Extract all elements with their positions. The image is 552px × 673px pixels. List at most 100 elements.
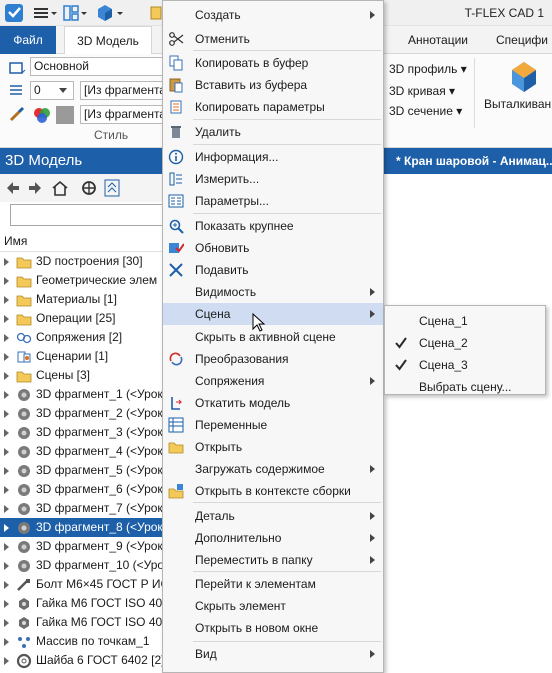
tree-item[interactable]: 3D фрагмент_1 (<Урок	[0, 385, 163, 404]
scene-submenu-item[interactable]: Сцена_1	[385, 310, 545, 332]
expand-arrow-icon[interactable]	[4, 524, 9, 532]
tree-item[interactable]: Гайка М6 ГОСТ ISO 403	[0, 594, 163, 613]
expand-arrow-icon[interactable]	[4, 657, 9, 665]
menu-item[interactable]: Скрыть элемент	[163, 595, 383, 617]
expand-arrow-icon[interactable]	[4, 334, 9, 342]
tree-item[interactable]: Болт М6×45 ГОСТ Р ИС	[0, 575, 163, 594]
home-icon[interactable]	[51, 179, 69, 197]
menu-item[interactable]: Дополнительно	[163, 527, 383, 549]
menu-item[interactable]: Вид	[163, 643, 383, 665]
model-3d-icon[interactable]	[94, 3, 124, 23]
app-logo-icon[interactable]	[4, 3, 24, 23]
menu-icon[interactable]	[32, 3, 58, 23]
tree-item[interactable]: 3D фрагмент_8 (<Урок	[0, 518, 163, 537]
menu-item[interactable]: Видимость	[163, 281, 383, 303]
tree-item[interactable]: 3D фрагмент_5 (<Урок	[0, 461, 163, 480]
tree-item[interactable]: Операции [25]	[0, 309, 163, 328]
menu-item[interactable]: Преобразования	[163, 348, 383, 370]
expand-arrow-icon[interactable]	[4, 543, 9, 551]
doc-icon[interactable]	[150, 3, 162, 23]
tree-item[interactable]: 3D фрагмент_10 (<Урок	[0, 556, 163, 575]
expand-arrow-icon[interactable]	[4, 372, 9, 380]
tree-item[interactable]: Сопряжения [2]	[0, 328, 163, 347]
profile-3d-button[interactable]: 3D профиль ▾	[389, 62, 467, 76]
expand-arrow-icon[interactable]	[4, 448, 9, 456]
menu-item[interactable]: Откатить модель	[163, 392, 383, 414]
expand-arrow-icon[interactable]	[4, 410, 9, 418]
expand-arrow-icon[interactable]	[4, 562, 9, 570]
menu-item[interactable]: Открыть	[163, 436, 383, 458]
expand-arrow-icon[interactable]	[4, 258, 9, 266]
menu-item[interactable]: Сцена	[163, 303, 383, 325]
menu-item[interactable]: Перейти к элементам	[163, 573, 383, 595]
expand-arrow-icon[interactable]	[4, 315, 9, 323]
menu-item[interactable]: Информация...	[163, 146, 383, 168]
tree-item[interactable]: 3D построения [30]	[0, 252, 163, 271]
menu-item[interactable]: Загружать содержимое	[163, 458, 383, 480]
structure-icon[interactable]	[62, 3, 88, 23]
tree-item[interactable]: 3D фрагмент_3 (<Урок	[0, 423, 163, 442]
menu-item[interactable]: Переместить в папку	[163, 549, 383, 571]
tree-item[interactable]: Сцены [3]	[0, 366, 163, 385]
expand-arrow-icon[interactable]	[4, 296, 9, 304]
tab-file[interactable]: Файл	[0, 26, 56, 54]
tree-item[interactable]: 3D фрагмент_6 (<Урок	[0, 480, 163, 499]
tab-specification[interactable]: Специфи	[486, 26, 552, 54]
expand-arrow-icon[interactable]	[4, 429, 9, 437]
expand-arrow-icon[interactable]	[4, 505, 9, 513]
expand-arrow-icon[interactable]	[4, 391, 9, 399]
menu-item[interactable]: Обновить	[163, 237, 383, 259]
search-input[interactable]	[10, 204, 163, 226]
expand-arrow-icon[interactable]	[4, 277, 9, 285]
tree-item[interactable]: Геометрические элем	[0, 271, 163, 290]
tree-item[interactable]: 3D фрагмент_2 (<Урок	[0, 404, 163, 423]
tree-item[interactable]: 3D фрагмент_4 (<Урок	[0, 442, 163, 461]
expand-arrow-icon[interactable]	[4, 619, 9, 627]
color-swatch[interactable]	[56, 106, 74, 124]
menu-item[interactable]: Отменить	[163, 28, 383, 50]
expand-arrow-icon[interactable]	[4, 353, 9, 361]
menu-item[interactable]: Скрыть в активной сцене	[163, 326, 383, 348]
back-arrow-icon[interactable]	[5, 180, 21, 196]
material-combo[interactable]: [Из фрагмента	[80, 105, 165, 124]
scene-submenu-item[interactable]: Выбрать сцену...	[385, 376, 545, 398]
forward-arrow-icon[interactable]	[27, 180, 43, 196]
extrude-label[interactable]: Выталкиван	[484, 97, 551, 111]
menu-item[interactable]: Удалить	[163, 121, 383, 143]
layer-combo[interactable]: Основной	[30, 57, 165, 76]
menu-item[interactable]: Вставить из буфера	[163, 74, 383, 96]
tree-item[interactable]: Массив по точкам_1	[0, 632, 163, 651]
target-icon[interactable]	[80, 179, 98, 197]
menu-item[interactable]: Открыть в контексте сборки	[163, 480, 383, 502]
color-combo[interactable]: [Из фрагмента	[80, 81, 165, 100]
expand-icon[interactable]	[104, 179, 120, 197]
menu-item[interactable]: Создать	[163, 4, 383, 26]
menu-item[interactable]: Копировать параметры	[163, 96, 383, 118]
menu-item[interactable]: Измерить...	[163, 168, 383, 190]
menu-item[interactable]: Показать крупнее	[163, 215, 383, 237]
tree-item[interactable]: Материалы [1]	[0, 290, 163, 309]
tab-3d-model[interactable]: 3D Модель	[64, 26, 152, 55]
scene-submenu-item[interactable]: Сцена_3	[385, 354, 545, 376]
document-tab[interactable]: * Кран шаровой - Анимац...	[384, 148, 552, 174]
menu-item[interactable]: Параметры...	[163, 190, 383, 212]
menu-item[interactable]: Сопряжения	[163, 370, 383, 392]
tree-item[interactable]: 3D фрагмент_7 (<Урок	[0, 499, 163, 518]
menu-item[interactable]: Деталь	[163, 505, 383, 527]
scene-submenu-item[interactable]: Сцена_2	[385, 332, 545, 354]
column-header-name[interactable]: Имя	[0, 230, 163, 252]
section-3d-button[interactable]: 3D сечение ▾	[389, 104, 462, 118]
expand-arrow-icon[interactable]	[4, 638, 9, 646]
tree-item[interactable]: Гайка М6 ГОСТ ISO 403	[0, 613, 163, 632]
viewport[interactable]	[384, 174, 552, 673]
extrude-icon[interactable]	[506, 58, 542, 94]
expand-arrow-icon[interactable]	[4, 486, 9, 494]
tree-item[interactable]: Шайба 6 ГОСТ 6402 [2]	[0, 651, 163, 670]
curve-3d-button[interactable]: 3D кривая ▾	[389, 84, 455, 98]
tree-item[interactable]: Сценарии [1]	[0, 347, 163, 366]
expand-arrow-icon[interactable]	[4, 581, 9, 589]
menu-item[interactable]: Подавить	[163, 259, 383, 281]
expand-arrow-icon[interactable]	[4, 467, 9, 475]
menu-item[interactable]: Копировать в буфер	[163, 52, 383, 74]
tree-item[interactable]: 3D фрагмент_9 (<Урок	[0, 537, 163, 556]
